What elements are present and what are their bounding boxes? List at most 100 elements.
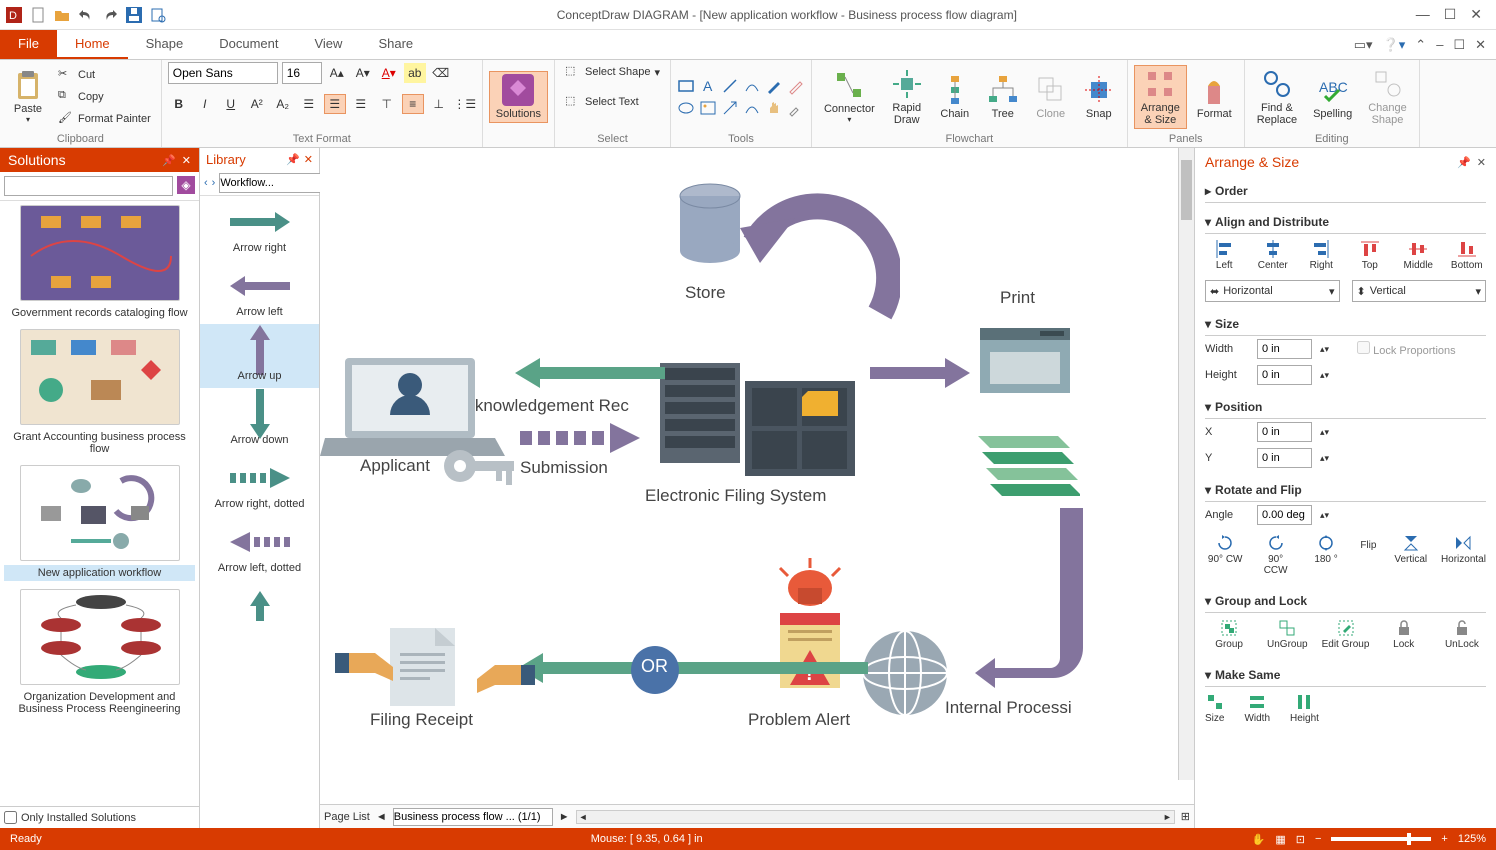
underline-icon[interactable]: U [220,94,242,114]
solutions-search-icon[interactable]: ◈ [177,176,195,194]
arrange-size-button[interactable]: Arrange & Size [1134,65,1187,129]
size-select[interactable] [282,62,322,84]
library-item[interactable] [200,580,319,632]
rapid-draw-button[interactable]: Rapid Draw [885,66,929,128]
close-panel-icon[interactable]: ✕ [182,154,191,167]
tool-line-icon[interactable] [721,77,739,95]
section-align[interactable]: ▾ Align and Distribute [1205,211,1486,234]
unlock-button[interactable]: UnLock [1438,619,1486,650]
zoom-in-icon[interactable]: + [1441,833,1447,845]
align-left-icon[interactable]: ☰ [298,94,320,114]
connector-button[interactable]: Connector▾ [818,67,881,126]
filing-system-icon[interactable] [660,343,860,483]
tool-ellipse-icon[interactable] [677,99,695,117]
align-right-button[interactable]: Right [1302,240,1341,271]
format-painter-button[interactable]: 🖌Format Painter [54,109,155,129]
page-select[interactable] [393,808,553,826]
tool-text-icon[interactable]: A [699,77,717,95]
align-center-icon[interactable]: ☰ [324,94,346,114]
mdi-max-icon[interactable]: ☐ [1453,37,1465,53]
solutions-search-input[interactable] [4,176,173,196]
pin-icon[interactable]: 📌 [286,153,300,166]
vertical-scrollbar[interactable] [1178,148,1194,780]
only-installed-checkbox[interactable] [4,811,17,824]
tool-eyedrop-icon[interactable] [787,99,805,117]
angle-input[interactable] [1257,505,1312,525]
align-middle-button[interactable]: Middle [1399,240,1438,271]
flip-vertical-button[interactable]: Vertical [1391,534,1431,576]
layout-icon[interactable]: ▭▾ [1354,37,1373,53]
tab-share[interactable]: Share [360,30,431,59]
clone-button[interactable]: Clone [1029,72,1073,122]
align-bottom-button[interactable]: Bottom [1448,240,1487,271]
save-icon[interactable] [126,7,142,23]
highlight-icon[interactable]: ab [404,63,426,83]
align-center-button[interactable]: Center [1254,240,1293,271]
solution-item[interactable]: New application workflow [4,465,195,581]
lock-button[interactable]: Lock [1380,619,1428,650]
pin-icon[interactable]: 📌 [1457,156,1471,169]
library-item[interactable]: Arrow left [200,260,319,324]
redo-icon[interactable] [102,7,118,23]
store-node-icon[interactable] [670,178,750,278]
same-width-button[interactable]: Width [1244,693,1270,724]
section-rotate[interactable]: ▾ Rotate and Flip [1205,479,1486,502]
font-color-icon[interactable]: A▾ [378,63,400,83]
section-group[interactable]: ▾ Group and Lock [1205,590,1486,613]
ungroup-button[interactable]: UnGroup [1263,619,1311,650]
arrow-left-long-icon[interactable] [518,653,868,683]
subscript-icon[interactable]: A₂ [272,94,294,114]
section-make-same[interactable]: ▾ Make Same [1205,664,1486,687]
italic-icon[interactable]: I [194,94,216,114]
rotate-90ccw-button[interactable]: 90° CCW [1255,534,1295,576]
zoom-out-icon[interactable]: − [1315,833,1321,845]
edit-group-button[interactable]: Edit Group [1321,619,1369,650]
section-size[interactable]: ▾ Size [1205,313,1486,336]
tab-shape[interactable]: Shape [128,30,202,59]
library-item[interactable]: Arrow up [200,324,319,388]
width-input[interactable] [1257,339,1312,359]
receipt-icon[interactable] [335,623,535,713]
x-input[interactable] [1257,422,1312,442]
curved-arrow-icon[interactable] [740,163,900,323]
group-button[interactable]: Group [1205,619,1253,650]
new-icon[interactable] [30,7,46,23]
zoom-fit-icon[interactable]: ⊡ [1296,833,1305,846]
canvas[interactable]: Store Print Electronic Filing System Ack… [320,148,1194,804]
cut-button[interactable]: ✂Cut [54,65,155,85]
align-left-button[interactable]: Left [1205,240,1244,271]
grid-icon[interactable]: ▦ [1275,833,1285,846]
tab-view[interactable]: View [296,30,360,59]
lib-prev-icon[interactable]: ‹ [204,177,208,189]
alert-icon[interactable]: ! [760,558,860,708]
section-position[interactable]: ▾ Position [1205,396,1486,419]
copy-button[interactable]: ⧉Copy [54,87,155,107]
close-panel-icon[interactable]: ✕ [1477,156,1486,169]
tool-pen-icon[interactable] [765,77,783,95]
lib-next-icon[interactable]: › [212,177,216,189]
arrow-right-icon[interactable] [870,358,970,388]
align-right-icon[interactable]: ☰ [350,94,372,114]
min-button[interactable]: — [1416,6,1430,23]
arrow-right-dotted-icon[interactable] [520,423,650,453]
open-icon[interactable] [54,7,70,23]
zoom-slider[interactable] [1331,837,1431,841]
library-item[interactable]: Arrow right [200,196,319,260]
horizontal-scrollbar[interactable]: ◄► [576,810,1175,824]
solution-item[interactable]: Organization Development and Business Pr… [4,589,195,717]
flip-horizontal-button[interactable]: Horizontal [1441,534,1486,576]
arrow-corner-icon[interactable] [975,508,1090,693]
clear-format-icon[interactable]: ⌫ [430,63,452,83]
hand-tool-icon[interactable]: ✋ [1252,833,1266,846]
tool-rect-icon[interactable] [677,77,695,95]
bullets-icon[interactable]: ⋮☰ [454,94,476,114]
tool-arrow-icon[interactable] [721,99,739,117]
tool-curve-icon[interactable] [743,99,761,117]
font-select[interactable] [168,62,278,84]
library-item[interactable]: Arrow left, dotted [200,516,319,580]
tree-button[interactable]: Tree [981,72,1025,122]
superscript-icon[interactable]: A² [246,94,268,114]
align-top-icon[interactable]: ⊤ [376,94,398,114]
align-bottom-icon[interactable]: ⊥ [428,94,450,114]
max-button[interactable]: ☐ [1444,6,1457,23]
